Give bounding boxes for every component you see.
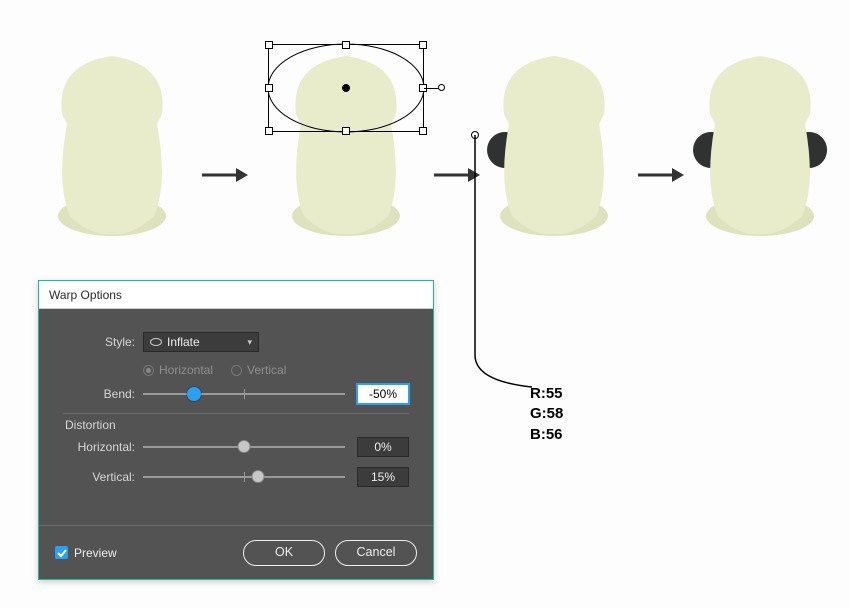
h-slider[interactable] (143, 446, 345, 448)
v-slider[interactable] (143, 476, 345, 478)
check-icon (55, 546, 68, 559)
bend-thumb[interactable] (187, 387, 201, 401)
chevron-down-icon: ▾ (247, 337, 252, 348)
bend-row: Bend: -50% (63, 381, 409, 407)
rgb-readout: R:55 G:58 B:56 (530, 384, 563, 445)
arrow-icon (200, 164, 248, 186)
radio-icon (231, 365, 242, 376)
style-label: Style: (63, 335, 135, 349)
illustration-stage (32, 24, 832, 254)
v-thumb[interactable] (252, 470, 265, 483)
horizontal-radio[interactable]: Horizontal (143, 363, 213, 377)
arrow-3 (636, 164, 684, 186)
orientation-radios: Horizontal Vertical (143, 359, 409, 381)
dialog-title: Warp Options (39, 281, 433, 309)
v-input[interactable]: 15% (357, 467, 409, 487)
radio-icon (143, 365, 154, 376)
h-distortion-row: Horizontal: 0% (63, 434, 409, 460)
preview-label: Preview (74, 546, 117, 560)
step-2 (246, 24, 406, 254)
distortion-heading: Distortion (65, 418, 409, 432)
preview-checkbox[interactable]: Preview (55, 546, 117, 560)
v-label: Vertical: (63, 470, 135, 484)
warp-options-dialog: Warp Options Style: Inflate ▾ Horizontal… (38, 280, 434, 580)
vertical-radio[interactable]: Vertical (231, 363, 286, 377)
vertical-radio-label: Vertical (247, 363, 286, 377)
panda-body-2 (246, 24, 446, 254)
panda-body-4 (680, 24, 840, 254)
cancel-button[interactable]: Cancel (335, 540, 417, 566)
rgb-b: B:56 (530, 425, 563, 445)
v-distortion-row: Vertical: 15% (63, 464, 409, 490)
inflate-icon (150, 338, 162, 346)
rgb-g: G:58 (530, 404, 563, 424)
panda-body-3 (474, 24, 634, 254)
divider (63, 413, 409, 414)
horizontal-radio-label: Horizontal (159, 363, 213, 377)
bend-label: Bend: (63, 387, 135, 401)
bend-input[interactable]: -50% (357, 384, 409, 404)
arrow-icon (636, 164, 684, 186)
style-value: Inflate (167, 335, 200, 349)
h-thumb[interactable] (238, 440, 251, 453)
dialog-body: Style: Inflate ▾ Horizontal Vertical Ben… (49, 319, 423, 521)
bend-slider[interactable] (143, 393, 345, 395)
step-3 (474, 24, 634, 254)
h-label: Horizontal: (63, 440, 135, 454)
h-input[interactable]: 0% (357, 437, 409, 457)
ok-button[interactable]: OK (243, 540, 325, 566)
step-1 (32, 24, 192, 254)
rgb-r: R:55 (530, 384, 563, 404)
style-select[interactable]: Inflate ▾ (143, 332, 259, 352)
arrow-2 (432, 164, 480, 186)
arrow-1 (200, 164, 248, 186)
dialog-footer: Preview OK Cancel (39, 525, 433, 579)
panda-body-1 (32, 24, 192, 254)
style-row: Style: Inflate ▾ (63, 329, 409, 355)
step-4 (680, 24, 840, 254)
arrow-icon (432, 164, 480, 186)
